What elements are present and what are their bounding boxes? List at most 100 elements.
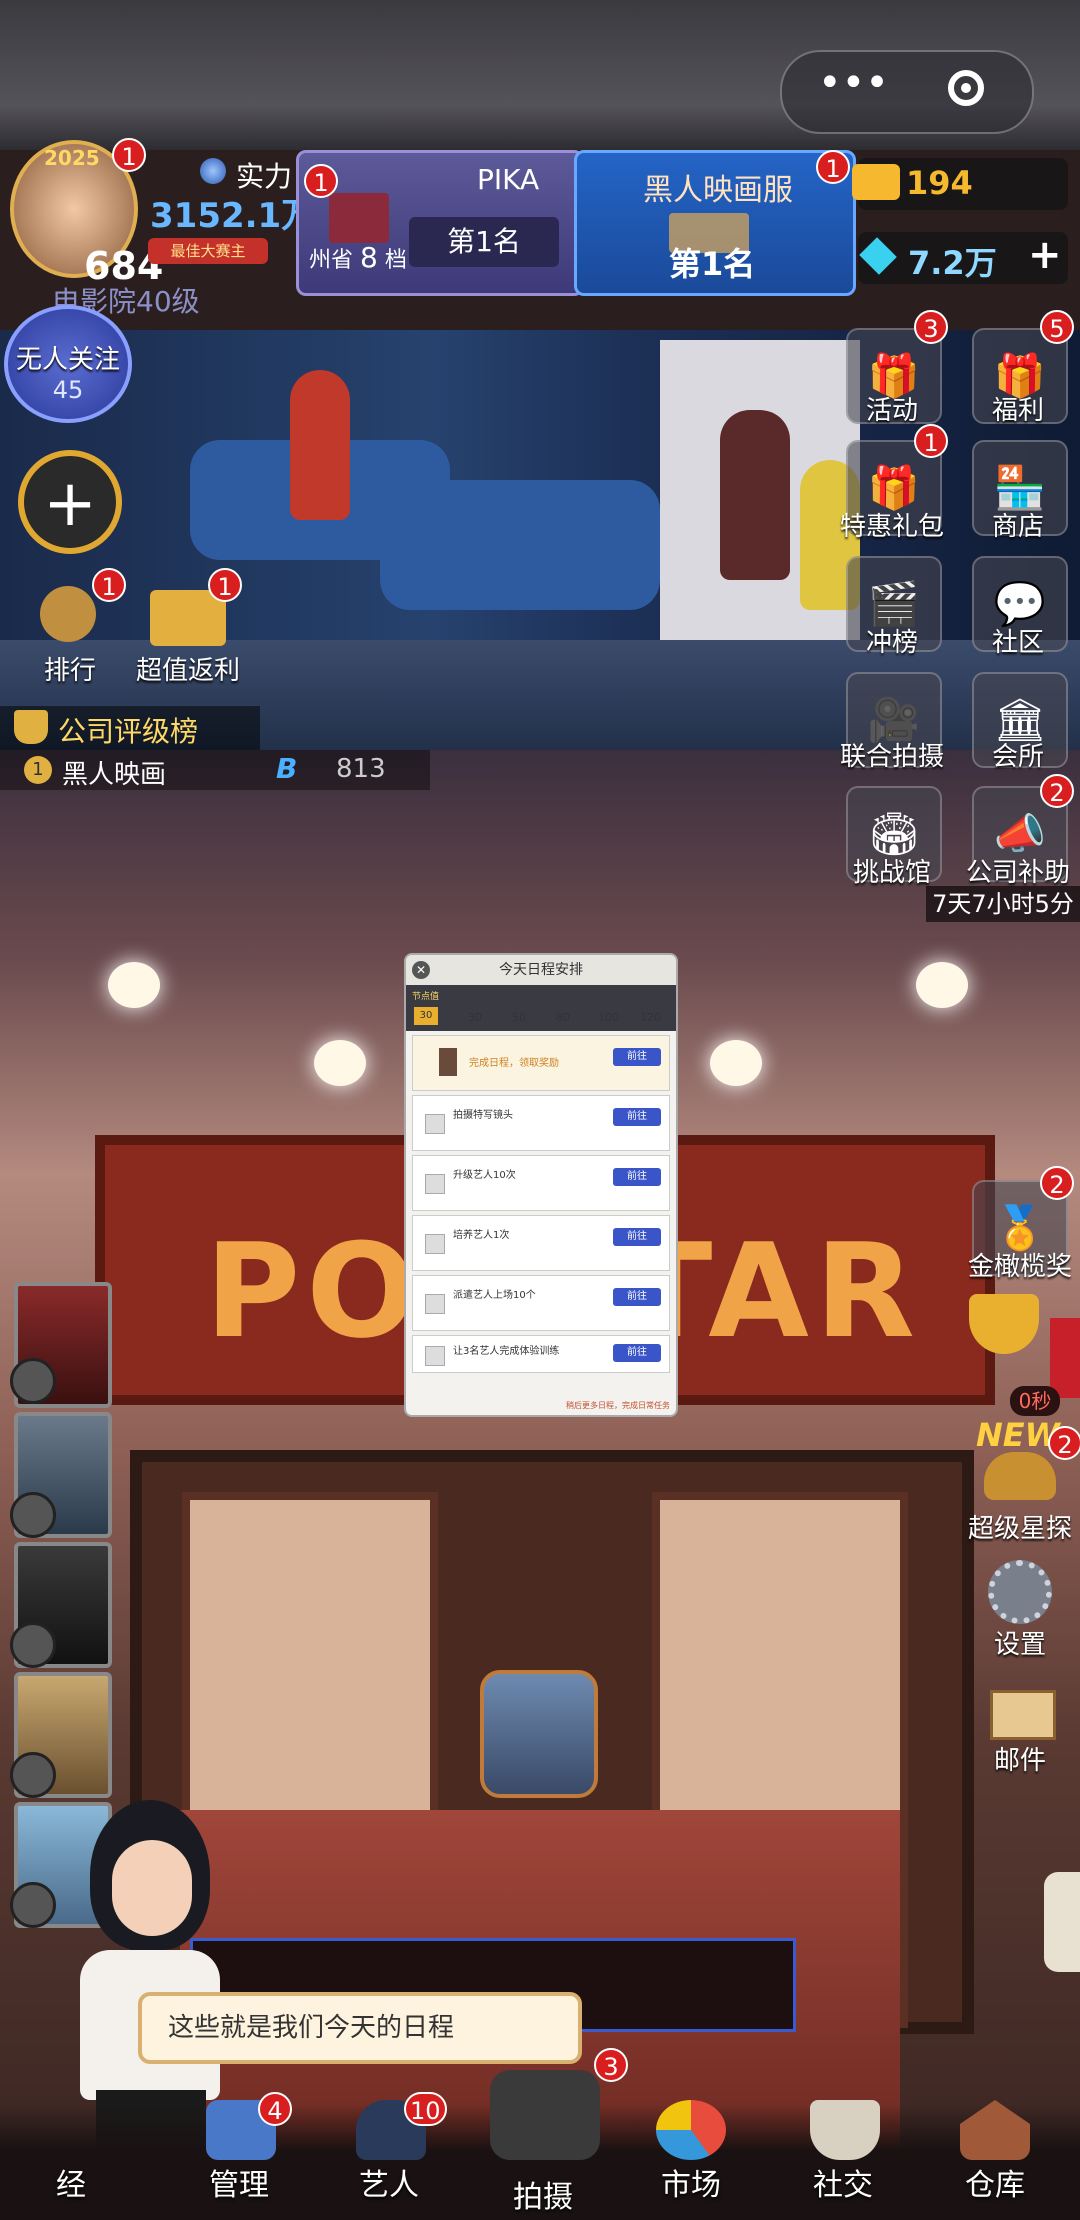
mystery-box-icon[interactable] [480, 1670, 598, 1798]
settings-label: 设置 [993, 1630, 1046, 1660]
assistant-icon [439, 1048, 457, 1076]
nav-shoot[interactable]: 拍摄 [488, 2172, 598, 2216]
title-ribbon: 最佳大赛主 [148, 238, 268, 264]
movie-poster[interactable] [10, 1282, 112, 1408]
avatar-badge: 1 [112, 138, 146, 172]
film-reel-icon [10, 1492, 56, 1538]
gold-counter[interactable]: 194 [852, 158, 1068, 210]
ceiling-lamp [108, 962, 160, 1008]
task-go-button[interactable]: 前往 [613, 1108, 661, 1126]
trophy-event-icon[interactable] [964, 1294, 1044, 1394]
close-icon[interactable]: ✕ [412, 961, 430, 979]
followers-bubble[interactable]: 无人关注 45 [4, 305, 132, 423]
coffee-cup-icon[interactable] [810, 2100, 880, 2160]
leaderboard-label[interactable]: 排行 [44, 650, 96, 687]
task-go-button[interactable]: 前往 [613, 1288, 661, 1306]
add-button[interactable]: + [18, 450, 122, 554]
task-text: 培养艺人1次 [453, 1230, 510, 1241]
close-target-icon[interactable] [948, 70, 984, 106]
power-value: 3152.1万 [150, 196, 316, 236]
task-item: 培养艺人1次 前往 [412, 1215, 670, 1271]
subsidy-badge: 2 [1040, 774, 1074, 808]
task-text: 完成日程，领取奖励 [469, 1058, 559, 1069]
golden-olive-label: 金橄榄奖 [967, 1252, 1072, 1282]
trophy-cup-icon [969, 1294, 1039, 1354]
dialog-header: ✕ 今天日程安排 [406, 955, 676, 985]
milestone-value: 120 [640, 1011, 661, 1024]
region-province: 州省 [309, 248, 354, 273]
gear-icon[interactable] [988, 1560, 1052, 1624]
leaderboard-icon[interactable] [40, 586, 96, 642]
community-label: 社区 [991, 628, 1044, 658]
nav-manage[interactable]: 管理 [184, 2160, 294, 2204]
nav-market[interactable]: 市场 [636, 2160, 746, 2204]
rating-bar[interactable]: 公司评级榜 [0, 706, 260, 750]
pie-chart-icon[interactable] [656, 2100, 726, 2160]
nav-social[interactable]: 社交 [788, 2160, 898, 2204]
task-item: 派遣艺人上场10个 前往 [412, 1275, 670, 1331]
building-icon [329, 193, 389, 243]
task-go-button[interactable]: 前往 [613, 1168, 661, 1186]
movie-poster[interactable] [10, 1672, 112, 1798]
mail-label: 邮件 [993, 1746, 1046, 1776]
task-checkbox[interactable] [425, 1294, 445, 1314]
company-rating-row[interactable]: 1 黑人映画 B 813 [0, 750, 430, 790]
gem-value: 7.2万 [908, 244, 997, 282]
tier-unit: 档 [384, 248, 407, 273]
wechat-icon: 💬 [993, 579, 1047, 628]
milestone-value: 30 [468, 1011, 482, 1024]
schedule-dialog: ✕ 今天日程安排 节点值 30 30 50 80 100 120 完成日程，领取… [404, 953, 678, 1417]
nav-artist-badge: 10 [404, 2092, 447, 2126]
task-checkbox[interactable] [425, 1234, 445, 1254]
ceiling-lamp [916, 962, 968, 1008]
rebate-badge: 1 [208, 568, 242, 602]
region-tier: 州省 8 档 [309, 241, 407, 274]
year-badge: 2025 [44, 146, 100, 170]
task-item: 完成日程，领取奖励 前往 [412, 1035, 670, 1091]
side-drawer-tab[interactable] [1044, 1872, 1080, 1972]
task-go-button[interactable]: 前往 [613, 1048, 661, 1066]
movie-poster[interactable] [10, 1412, 112, 1538]
film-reel-icon [10, 1358, 56, 1404]
rebate-label[interactable]: 超值返利 [136, 650, 240, 687]
assistant-speech[interactable]: 这些就是我们今天的日程 [138, 1992, 582, 2064]
region-rank-panel[interactable]: PIKA 州省 8 档 第1名 [296, 150, 584, 296]
task-checkbox[interactable] [425, 1174, 445, 1194]
company-score: 813 [336, 754, 386, 784]
task-item: 拍摄特写镜头 前往 [412, 1095, 670, 1151]
welfare-label: 福利 [991, 396, 1044, 426]
subsidy-timer: 7天7小时5分 [926, 886, 1080, 922]
followers-label: 无人关注 [15, 345, 120, 375]
task-checkbox[interactable] [425, 1114, 445, 1134]
club-label: 会所 [991, 742, 1044, 772]
region-badge: 1 [304, 164, 338, 198]
ticket-icon [852, 164, 900, 200]
task-text: 升级艺人10次 [453, 1170, 516, 1181]
nav-operations[interactable]: 经 [16, 2160, 126, 2204]
add-gems-button[interactable]: + [1028, 232, 1062, 278]
talent-scout-badge: 2 [1048, 1426, 1080, 1460]
milestone-progress: 节点值 30 30 50 80 100 120 [406, 985, 676, 1031]
more-icon[interactable]: ••• [818, 60, 889, 106]
milestone-value: 50 [512, 1011, 526, 1024]
clapper-icon: 🎬 [867, 579, 921, 628]
server-rank-panel[interactable]: 黑人映画服 第1名 [574, 150, 856, 296]
gem-counter[interactable]: 7.2万 + [858, 232, 1068, 284]
camera-icon[interactable] [490, 2070, 600, 2160]
task-go-button[interactable]: 前往 [613, 1344, 661, 1362]
trophy-icon [14, 710, 48, 744]
hat-icon[interactable] [984, 1452, 1056, 1500]
mail-icon[interactable] [990, 1690, 1056, 1740]
nav-manage-badge: 4 [258, 2092, 292, 2126]
character-figure [290, 370, 350, 520]
talent-scout-label: 超级星探 [967, 1514, 1072, 1544]
gold-value: 194 [906, 164, 973, 202]
task-checkbox[interactable] [425, 1346, 445, 1366]
movie-poster[interactable] [10, 1542, 112, 1668]
task-item: 让3名艺人完成体验训练 前往 [412, 1335, 670, 1373]
nav-warehouse[interactable]: 仓库 [940, 2160, 1050, 2204]
server-rank: 第1名 [669, 245, 756, 283]
nav-artist[interactable]: 艺人 [334, 2160, 444, 2204]
region-rank: 第1名 [409, 217, 559, 267]
task-go-button[interactable]: 前往 [613, 1228, 661, 1246]
